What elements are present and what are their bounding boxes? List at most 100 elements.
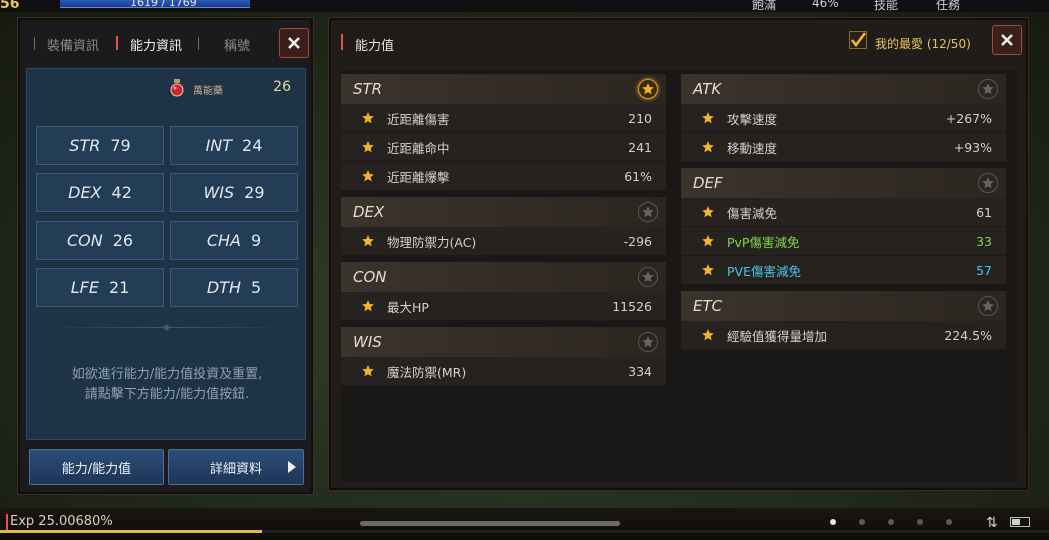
stat-row-value: 61% xyxy=(624,168,652,184)
page-dot[interactable] xyxy=(830,519,836,525)
stat-row-value: 33 xyxy=(976,233,992,249)
stat-con[interactable]: CON 26 xyxy=(36,221,164,260)
stat-row[interactable]: 攻擊速度 +267% xyxy=(681,104,1006,133)
stat-row[interactable]: PVE傷害減免 57 xyxy=(681,256,1006,285)
star-icon xyxy=(701,205,715,219)
hint-line: 如欲進行能力/能力值投資及重置, xyxy=(71,367,263,382)
stat-row[interactable]: 傷害減免 61 xyxy=(681,198,1006,227)
exp-label: Exp 25.00680% xyxy=(10,514,113,529)
star-icon xyxy=(701,111,715,125)
stat-row-value: 241 xyxy=(628,139,652,155)
stat-value: 42 xyxy=(111,183,132,202)
ability-values-list: STR 近距離傷害 210 近距離命中 241 近距離爆擊 61% DEX 物理防禦力(AC) -… xyxy=(341,70,1017,482)
stat-dth[interactable]: DTH 5 xyxy=(170,268,298,307)
star-icon xyxy=(361,234,375,248)
favorite-star-button[interactable] xyxy=(638,202,658,222)
stat-lfe[interactable]: LFE 21 xyxy=(36,268,164,307)
stat-row-label: 經驗值獲得量增加 xyxy=(727,328,828,344)
page-dot[interactable] xyxy=(917,519,923,525)
hunger-label: 飽滿 xyxy=(752,0,777,12)
favorite-star-button[interactable] xyxy=(978,296,998,316)
sync-arrows-icon[interactable]: ⇅ xyxy=(986,515,998,531)
favorite-star-button[interactable] xyxy=(638,79,658,99)
panel-title: 能力值 xyxy=(355,39,395,54)
stat-value: 5 xyxy=(250,278,262,297)
close-icon xyxy=(1001,34,1013,46)
stat-name: CON xyxy=(66,231,103,250)
stat-row-value: 224.5% xyxy=(944,327,992,343)
stat-value: 9 xyxy=(250,231,262,250)
divider-ornament xyxy=(162,323,171,332)
stat-str[interactable]: STR 79 xyxy=(36,126,164,165)
favorite-star-button[interactable] xyxy=(638,332,658,352)
stat-dex[interactable]: DEX 42 xyxy=(36,173,164,212)
details-button[interactable]: 詳細資料 xyxy=(168,449,304,485)
star-icon xyxy=(701,263,715,277)
favorite-star-button[interactable] xyxy=(978,79,998,99)
tab-divider xyxy=(34,37,35,50)
close-right-panel-button[interactable] xyxy=(992,25,1022,55)
stat-wis[interactable]: WIS 29 xyxy=(170,173,298,212)
star-icon xyxy=(361,111,375,125)
tab-titles[interactable]: 稱號 xyxy=(224,35,250,54)
active-tab-marker xyxy=(116,36,118,50)
group-header: DEX xyxy=(341,197,666,227)
stat-row-label: 攻擊速度 xyxy=(727,111,778,127)
battery-icon xyxy=(1010,517,1030,527)
star-icon xyxy=(642,336,654,348)
level-indicator: 56 xyxy=(0,0,20,12)
stat-cha[interactable]: CHA 9 xyxy=(170,221,298,260)
tab-ability-info[interactable]: 能力資訊 xyxy=(130,35,182,54)
stat-row-label: PvP傷害減免 xyxy=(727,234,800,250)
page-dot[interactable] xyxy=(859,519,865,525)
stat-group-atk: ATK 攻擊速度 +267% 移動速度 +93% xyxy=(681,74,1006,162)
stat-row[interactable]: 近距離爆擊 61% xyxy=(341,162,666,191)
favorite-star-button[interactable] xyxy=(638,267,658,287)
stat-group-etc: ETC 經驗值獲得量增加 224.5% xyxy=(681,291,1006,350)
stat-row[interactable]: 經驗值獲得量增加 224.5% xyxy=(681,321,1006,350)
details-button-label: 詳細資料 xyxy=(209,461,262,477)
stat-row[interactable]: 近距離傷害 210 xyxy=(341,104,666,133)
tab-equipment-info[interactable]: 裝備資訊 xyxy=(47,35,99,54)
stat-row-label: 魔法防禦(MR) xyxy=(387,364,467,380)
star-icon xyxy=(642,83,654,95)
stat-row[interactable]: 魔法防禦(MR) 334 xyxy=(341,357,666,386)
stat-row-value: +267% xyxy=(945,110,992,126)
stat-name: LFE xyxy=(70,278,99,297)
star-icon xyxy=(982,300,994,312)
stat-row[interactable]: 最大HP 11526 xyxy=(341,292,666,321)
title-marker xyxy=(341,34,343,50)
group-header: ATK xyxy=(681,74,1006,104)
top-hud: 56 1619 / 1769 飽滿 46% 技能 任務 xyxy=(0,0,1049,12)
favorite-star-button[interactable] xyxy=(978,173,998,193)
skills-menu[interactable]: 技能 xyxy=(874,0,898,13)
group-header: DEF xyxy=(681,168,1006,198)
group-title: DEF xyxy=(693,174,723,192)
ability-button[interactable]: 能力/能力值 xyxy=(29,449,164,485)
stat-row-value: 11526 xyxy=(612,298,652,314)
star-icon xyxy=(982,177,994,189)
stat-name: INT xyxy=(205,136,233,155)
hint-line: 請點擊下方能力/能力值按鈕. xyxy=(84,387,250,402)
left-column: STR 近距離傷害 210 近距離命中 241 近距離爆擊 61% DEX 物理防禦力(AC) -… xyxy=(341,74,666,392)
stat-row[interactable]: 移動速度 +93% xyxy=(681,133,1006,162)
stat-name: DTH xyxy=(206,278,241,297)
stat-row[interactable]: PvP傷害減免 33 xyxy=(681,227,1006,256)
right-column: ATK 攻擊速度 +267% 移動速度 +93% DEF 傷害減免 61 PvP傷害減免 33 PV… xyxy=(681,74,1006,356)
page-scroll-bar[interactable] xyxy=(360,521,620,526)
page-dot[interactable] xyxy=(946,519,952,525)
group-title: DEX xyxy=(353,203,385,221)
star-icon xyxy=(361,140,375,154)
elixir-icon xyxy=(170,79,184,97)
stat-row[interactable]: 近距離命中 241 xyxy=(341,133,666,162)
group-header: WIS xyxy=(341,327,666,357)
close-left-panel-button[interactable] xyxy=(279,28,309,58)
favorites-label: 我的最愛 (12/50) xyxy=(875,37,971,51)
stat-int[interactable]: INT 24 xyxy=(170,126,298,165)
stat-group-def: DEF 傷害減免 61 PvP傷害減免 33 PVE傷害減免 57 xyxy=(681,168,1006,285)
stat-row[interactable]: 物理防禦力(AC) -296 xyxy=(341,227,666,256)
page-dot[interactable] xyxy=(888,519,894,525)
favorites-checkbox[interactable] xyxy=(849,31,867,49)
quests-menu[interactable]: 任務 xyxy=(936,0,960,13)
play-arrow-icon xyxy=(288,461,296,473)
